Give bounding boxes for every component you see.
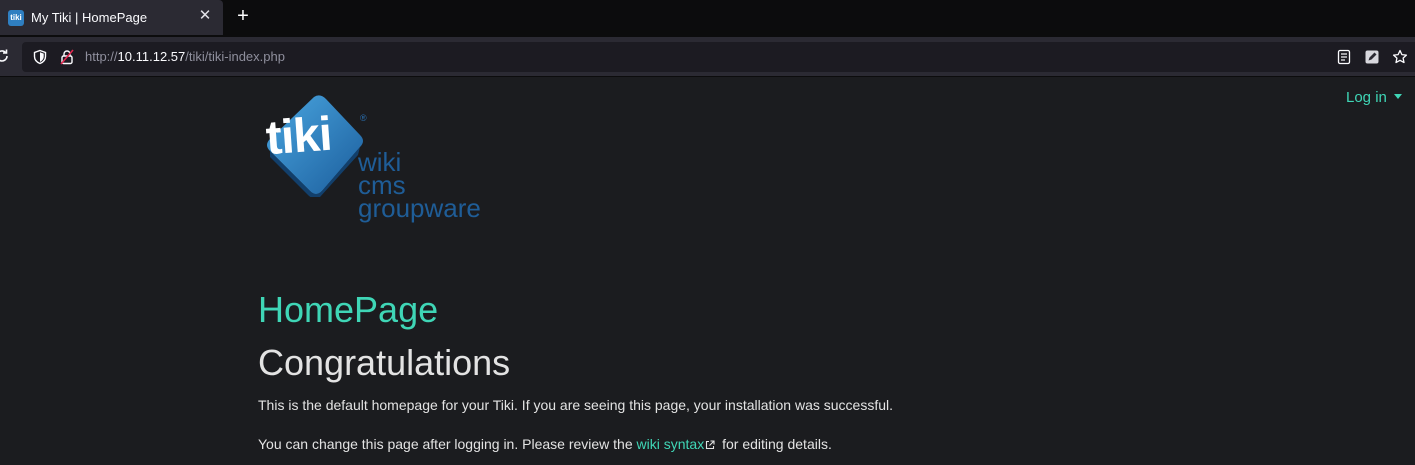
- tab-title: My Tiki | HomePage: [31, 10, 148, 25]
- new-tab-button[interactable]: +: [234, 6, 252, 26]
- page-title[interactable]: HomePage: [258, 289, 438, 331]
- logo-tagline-groupware: groupware: [358, 193, 481, 223]
- shield-icon[interactable]: [32, 49, 48, 65]
- url-host: 10.11.12.57: [117, 49, 186, 64]
- close-tab-icon[interactable]: ✕: [197, 8, 213, 24]
- tiki-logo[interactable]: tiki ® wiki cms groupware: [256, 87, 506, 222]
- url-text[interactable]: http://10.11.12.57/tiki/tiki-index.php: [85, 49, 285, 64]
- browser-window: tiki My Tiki | HomePage ✕ + http://10.11…: [0, 0, 1415, 465]
- insecure-lock-icon[interactable]: [59, 49, 75, 65]
- page-content: Log in tiki ® wiki cms groupware HomePag…: [0, 77, 1415, 465]
- reload-icon[interactable]: [0, 48, 10, 64]
- login-dropdown[interactable]: Log in: [1346, 89, 1402, 106]
- tab-strip: tiki My Tiki | HomePage ✕ +: [0, 0, 1415, 37]
- registered-mark: ®: [360, 113, 367, 123]
- instructions-text-before: You can change this page after logging i…: [258, 436, 637, 452]
- login-label: Log in: [1346, 89, 1387, 106]
- intro-paragraph: This is the default homepage for your Ti…: [258, 397, 893, 413]
- external-link-icon: [706, 440, 715, 450]
- url-scheme: http://: [85, 49, 118, 64]
- edit-pen-icon[interactable]: [1364, 49, 1380, 65]
- bookmark-star-icon[interactable]: [1392, 49, 1408, 65]
- instructions-text-after: for editing details.: [718, 436, 832, 452]
- caret-down-icon: [1393, 93, 1402, 99]
- reader-view-icon[interactable]: [1336, 49, 1352, 65]
- tab-homepage[interactable]: tiki My Tiki | HomePage ✕: [0, 0, 223, 35]
- instructions-paragraph: You can change this page after logging i…: [258, 436, 832, 452]
- wiki-syntax-link[interactable]: wiki syntax: [637, 436, 705, 452]
- tiki-favicon-icon: tiki: [8, 9, 24, 26]
- content-heading: Congratulations: [258, 342, 511, 383]
- navigation-bar: http://10.11.12.57/tiki/tiki-index.php: [0, 37, 1415, 77]
- url-path: /tiki/tiki-index.php: [185, 49, 285, 64]
- logo-wordmark: tiki: [264, 107, 334, 166]
- url-bar[interactable]: http://10.11.12.57/tiki/tiki-index.php: [22, 42, 1415, 72]
